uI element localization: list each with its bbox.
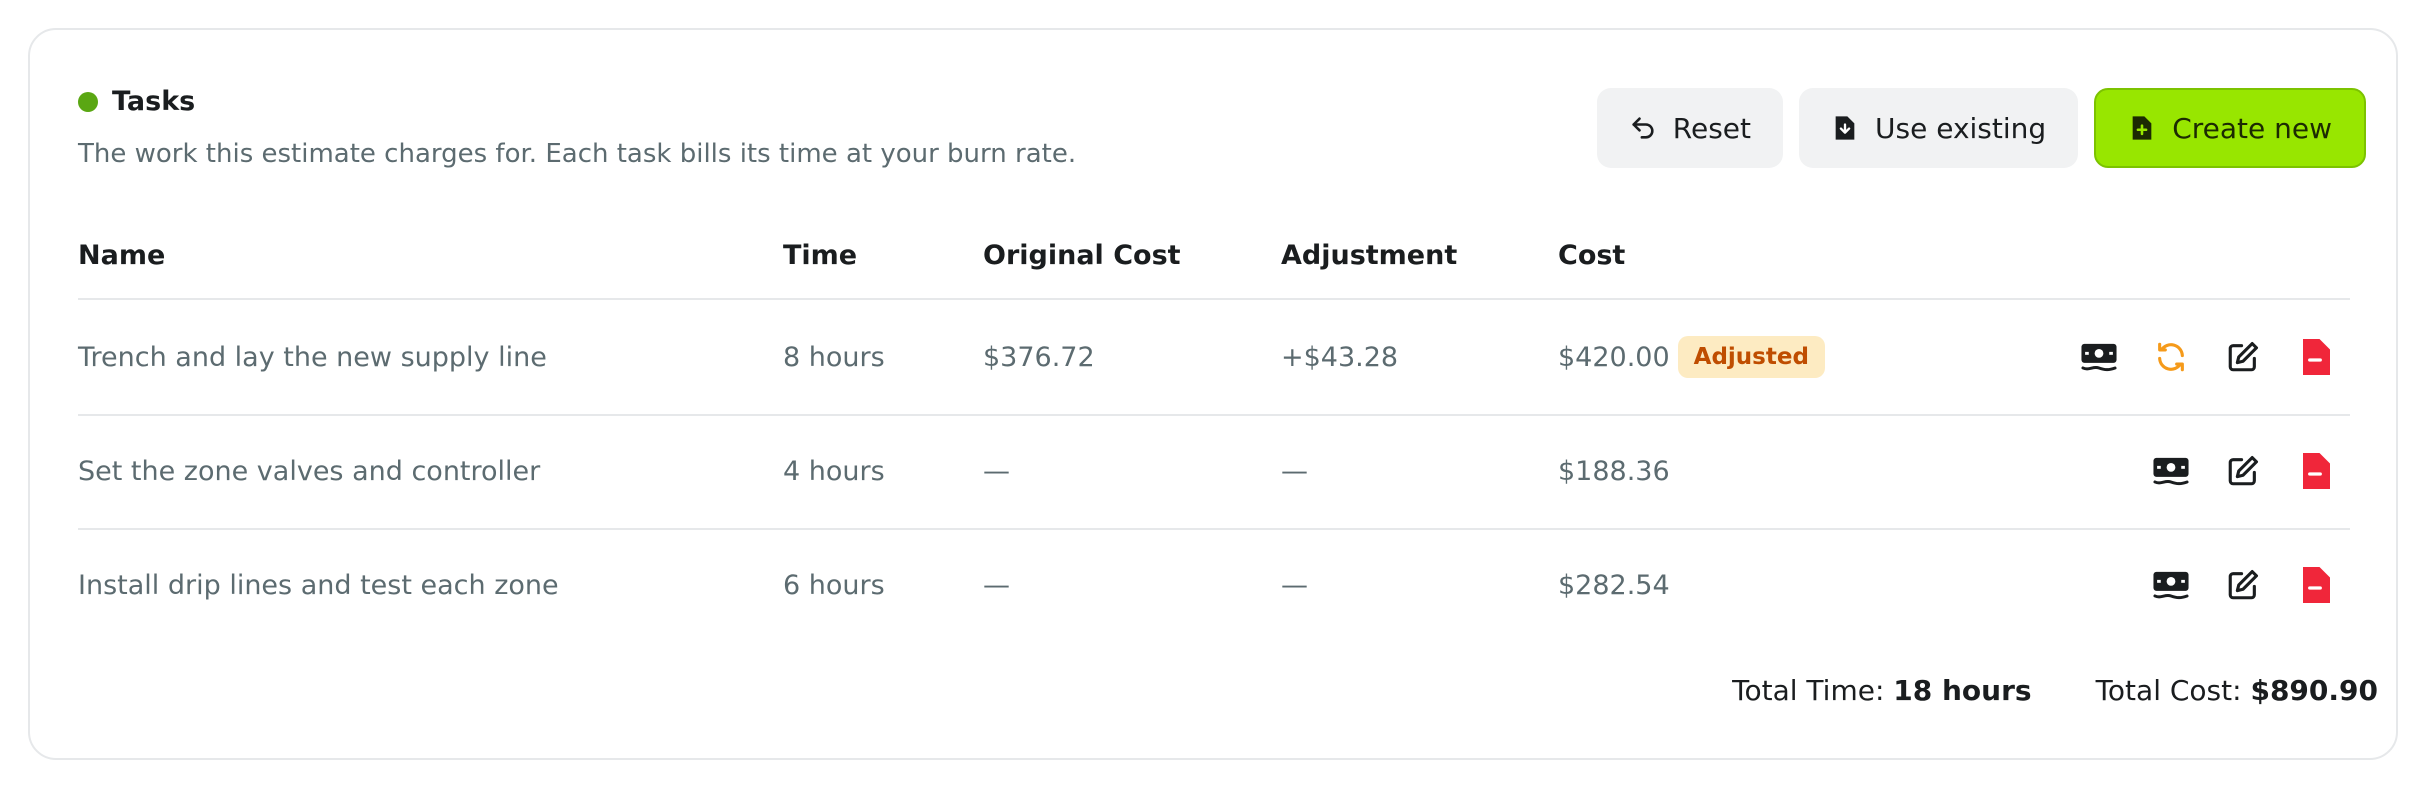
task-adjustment: —: [1281, 455, 1308, 487]
header-actions: Reset Use existing Create new: [1596, 88, 2366, 168]
section-subtitle: The work this estimate charges for. Each…: [78, 139, 1077, 169]
row-actions: [2152, 414, 2350, 528]
money-icon[interactable]: [2080, 338, 2118, 376]
task-cost: $188.36: [1558, 455, 1670, 487]
total-time-value: 18 hours: [1893, 674, 2032, 707]
total-cost-value: $890.90: [2250, 674, 2378, 707]
task-original-cost: —: [983, 569, 1010, 601]
section-header: Tasks The work this estimate charges for…: [78, 86, 1076, 169]
status-dot: [78, 91, 98, 112]
adjusted-badge: Adjusted: [1677, 336, 1825, 378]
use-existing-label: Use existing: [1875, 111, 2047, 145]
task-time: 6 hours: [783, 569, 885, 601]
total-cost-label: Total Cost:: [2095, 674, 2242, 707]
edit-icon[interactable]: [2224, 338, 2262, 376]
create-new-label: Create new: [2172, 111, 2332, 145]
task-original-cost: —: [983, 455, 1010, 487]
task-name: Trench and lay the new supply line: [78, 341, 547, 373]
table-row: Trench and lay the new supply line 8 hou…: [78, 300, 2350, 416]
delete-icon[interactable]: [2296, 338, 2334, 376]
task-name: Install drip lines and test each zone: [78, 569, 559, 601]
task-adjustment: —: [1281, 569, 1308, 601]
row-actions: [2080, 300, 2350, 414]
file-plus-icon: [2128, 114, 2156, 142]
reset-button[interactable]: Reset: [1596, 88, 1784, 168]
money-icon[interactable]: [2152, 452, 2190, 490]
total-time-label: Total Time:: [1732, 674, 1885, 707]
refresh-icon[interactable]: [2152, 338, 2190, 376]
use-existing-button[interactable]: Use existing: [1799, 88, 2079, 168]
title-row: Tasks: [78, 86, 1076, 117]
task-adjustment: +$43.28: [1281, 341, 1399, 373]
edit-icon[interactable]: [2224, 566, 2262, 604]
row-actions: [2152, 528, 2350, 642]
total-time: Total Time: 18 hours: [1732, 674, 2031, 707]
task-time: 4 hours: [783, 455, 885, 487]
totals-row: Total Time: 18 hours Total Cost: $890.90: [1732, 674, 2378, 707]
column-header-cost[interactable]: Cost: [1558, 236, 1625, 274]
column-header-original-cost[interactable]: Original Cost: [983, 236, 1181, 274]
edit-icon[interactable]: [2224, 452, 2262, 490]
money-icon[interactable]: [2152, 566, 2190, 604]
delete-icon[interactable]: [2296, 452, 2334, 490]
task-original-cost: $376.72: [983, 341, 1095, 373]
task-name: Set the zone valves and controller: [78, 455, 541, 487]
create-new-button[interactable]: Create new: [2094, 88, 2366, 168]
reset-label: Reset: [1672, 111, 1752, 145]
column-header-time[interactable]: Time: [783, 236, 857, 274]
section-title: Tasks: [112, 86, 196, 117]
task-time: 8 hours: [783, 341, 885, 373]
column-header-adjustment[interactable]: Adjustment: [1281, 236, 1457, 274]
file-download-icon: [1831, 114, 1859, 142]
column-header-name[interactable]: Name: [78, 236, 165, 274]
table-row: Install drip lines and test each zone 6 …: [78, 528, 2350, 642]
total-cost: Total Cost: $890.90: [2096, 674, 2378, 707]
task-cost: $420.00: [1558, 341, 1670, 373]
task-cost: $282.54: [1558, 569, 1670, 601]
task-cost-cell: $420.00 Adjusted: [1558, 300, 1825, 414]
table-header: Name Time Original Cost Adjustment Cost: [78, 236, 2350, 300]
delete-icon[interactable]: [2296, 566, 2334, 604]
undo-icon: [1629, 114, 1657, 142]
table-row: Set the zone valves and controller 4 hou…: [78, 414, 2350, 530]
